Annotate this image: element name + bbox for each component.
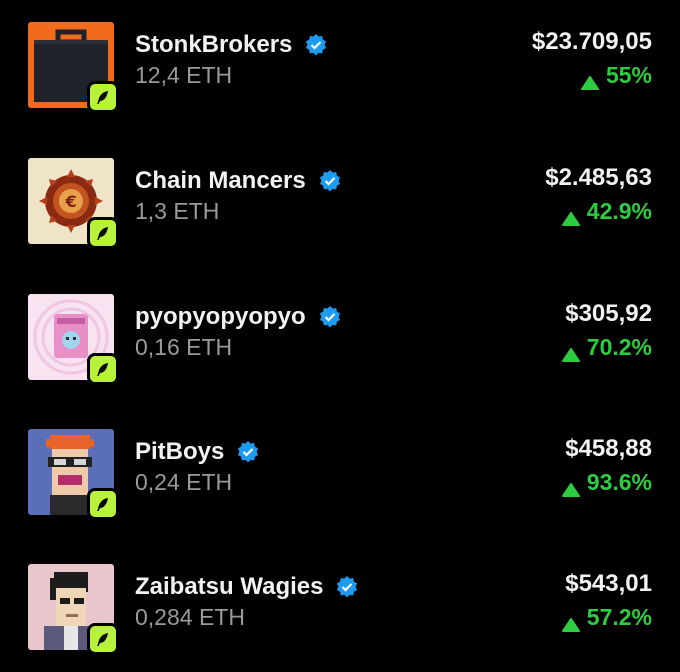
collection-price: $23.709,05 — [531, 28, 652, 55]
feather-badge-icon — [87, 217, 119, 249]
up-triangle-icon — [561, 205, 580, 226]
collection-row-chain-mancers[interactable]: € Chain Mancers 1,3 ETH $2.485,63 42.9% — [0, 158, 680, 249]
collection-title: Chain Mancers — [135, 167, 342, 195]
collection-volume: 12,4 ETH — [135, 62, 233, 88]
up-triangle-icon — [561, 611, 580, 632]
collection-row-pyopyopyopyo[interactable]: pyopyopyopyo 0,16 ETH $305,92 70.2% — [0, 294, 680, 385]
price-change-value: 93.6% — [586, 469, 652, 495]
collection-volume: 0,16 ETH — [135, 334, 233, 360]
verified-icon — [318, 305, 342, 329]
verified-icon — [318, 169, 342, 193]
up-triangle-icon — [561, 476, 580, 497]
verified-icon — [304, 33, 328, 57]
collection-title: StonkBrokers — [135, 31, 328, 59]
collection-title: pyopyopyopyo — [135, 303, 342, 331]
feather-badge-icon — [87, 623, 119, 655]
collection-row-pitboys[interactable]: PitBoys 0,24 ETH $458,88 93.6% — [0, 429, 680, 520]
collection-title: PitBoys — [135, 438, 260, 466]
svg-text:€: € — [64, 192, 76, 211]
price-change-value: 55% — [605, 62, 652, 88]
collection-name[interactable]: Chain Mancers — [135, 167, 306, 195]
collection-volume: 1,3 ETH — [135, 198, 220, 224]
price-change: 55% — [580, 62, 652, 90]
collection-name[interactable]: StonkBrokers — [135, 31, 292, 59]
price-change: 42.9% — [561, 198, 652, 226]
collection-row-stonkbrokers[interactable]: StonkBrokers 12,4 ETH $23.709,05 55% — [0, 22, 680, 113]
collection-volume: 0,24 ETH — [135, 469, 233, 495]
price-change-value: 70.2% — [586, 334, 652, 360]
verified-icon — [335, 575, 359, 599]
feather-badge-icon — [87, 353, 119, 385]
collection-row-zaibatsu-wagies[interactable]: Zaibatsu Wagies 0,284 ETH $543,01 57.2% — [0, 564, 680, 655]
collection-list: StonkBrokers 12,4 ETH $23.709,05 55% € C… — [0, 0, 680, 672]
verified-icon — [236, 440, 260, 464]
up-triangle-icon — [580, 69, 599, 90]
collection-name[interactable]: Zaibatsu Wagies — [135, 573, 323, 601]
collection-price: $2.485,63 — [545, 164, 652, 191]
collection-name[interactable]: PitBoys — [135, 438, 224, 466]
collection-price: $458,88 — [565, 435, 652, 462]
price-change: 93.6% — [561, 469, 652, 497]
collection-price: $543,01 — [565, 570, 652, 597]
feather-badge-icon — [87, 488, 119, 520]
up-triangle-icon — [561, 341, 580, 362]
price-change-value: 57.2% — [586, 604, 652, 630]
feather-badge-icon — [87, 81, 119, 113]
collection-name[interactable]: pyopyopyopyo — [135, 303, 306, 331]
collection-price: $305,92 — [565, 300, 652, 327]
price-change-value: 42.9% — [586, 198, 652, 224]
price-change: 70.2% — [561, 334, 652, 362]
collection-volume: 0,284 ETH — [135, 604, 245, 630]
price-change: 57.2% — [561, 604, 652, 632]
collection-title: Zaibatsu Wagies — [135, 573, 359, 601]
